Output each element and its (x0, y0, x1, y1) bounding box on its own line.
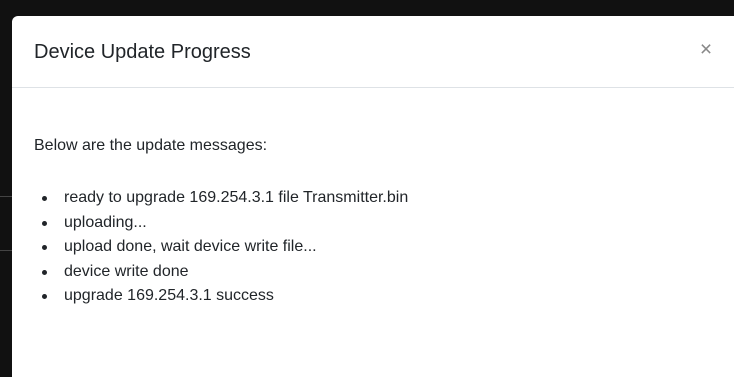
bullet-icon (42, 196, 47, 201)
list-item: ready to upgrade 169.254.3.1 file Transm… (34, 186, 408, 211)
list-item: upgrade 169.254.3.1 success (34, 284, 408, 309)
message-text: device write done (64, 262, 189, 280)
message-text: upload done, wait device write file... (64, 238, 317, 255)
list-item: upload done, wait device write file... (34, 235, 408, 260)
bullet-icon (42, 269, 47, 275)
close-icon[interactable]: × (696, 37, 716, 63)
message-text: uploading... (64, 213, 147, 231)
list-item: device write done (34, 260, 408, 285)
message-text: upgrade 169.254.3.1 success (64, 287, 274, 304)
update-messages-list: ready to upgrade 169.254.3.1 file Transm… (34, 186, 408, 309)
modal-title: Device Update Progress (34, 41, 251, 63)
message-text: ready to upgrade 169.254.3.1 file Transm… (64, 189, 409, 206)
modal-header: Device Update Progress × (12, 16, 734, 88)
bullet-icon (42, 220, 47, 226)
bullet-icon (42, 245, 47, 250)
backdrop-divider (0, 196, 12, 197)
intro-text: Below are the update messages: (34, 137, 268, 154)
list-item: uploading... (34, 211, 408, 236)
bullet-icon (42, 294, 47, 299)
device-update-modal: Device Update Progress × Below are the u… (12, 16, 734, 377)
backdrop-divider (0, 250, 12, 251)
